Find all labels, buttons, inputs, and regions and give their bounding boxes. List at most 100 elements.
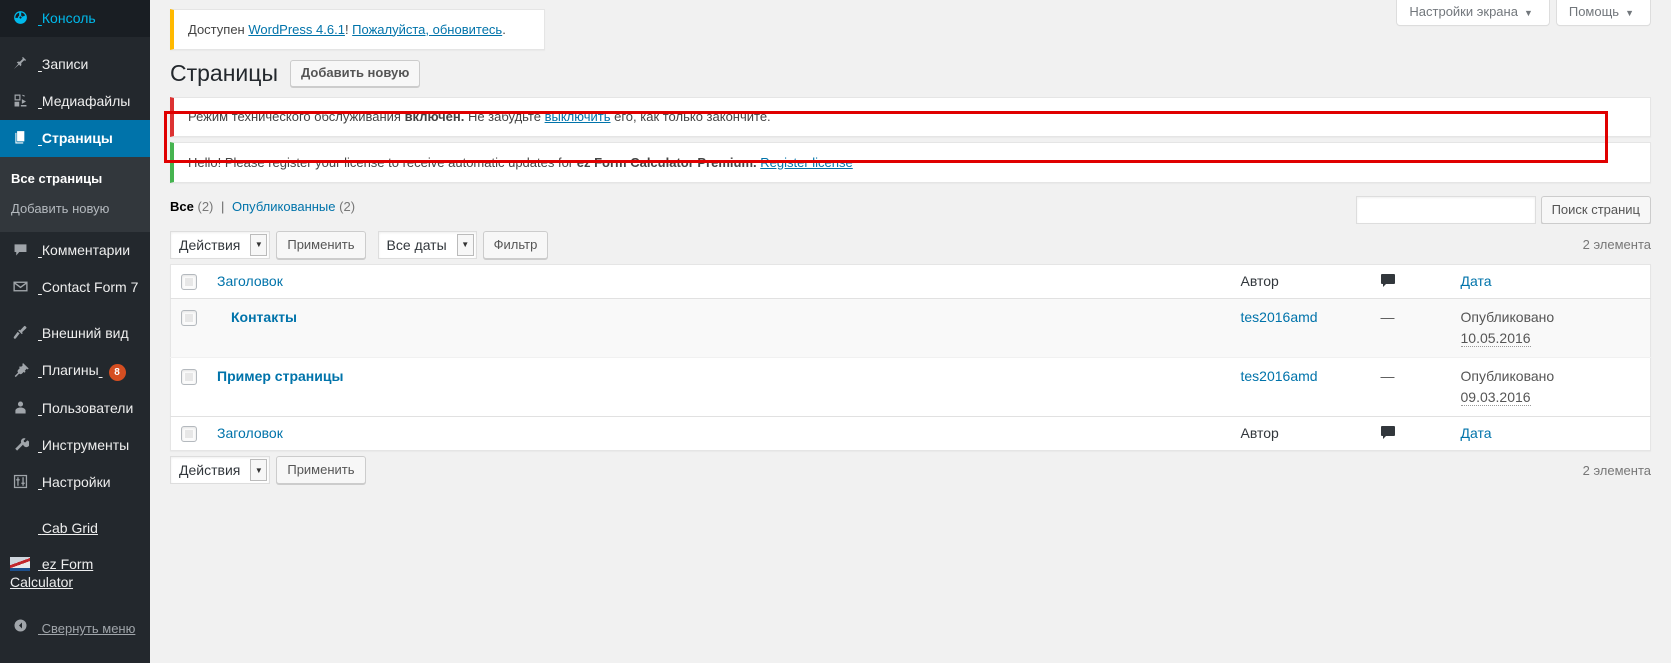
sidebar-item-users-wrap: Пользователи: [0, 390, 150, 427]
select-all-checkbox-top[interactable]: [181, 273, 197, 290]
filter-button[interactable]: Фильтр: [482, 230, 549, 259]
disable-maintenance-link[interactable]: выключить: [545, 109, 611, 124]
apply-bulk-action-bottom[interactable]: Применить: [276, 456, 366, 485]
row-comments-cell: —: [1370, 356, 1451, 417]
sidebar-item-label: Записи: [41, 56, 89, 72]
sort-by-title-link[interactable]: Заголовок: [217, 273, 283, 289]
bulk-actions-value: Действия: [179, 462, 241, 479]
maintenance-text-3: его, как только закончите.: [610, 109, 771, 124]
update-nag-wrapper: Доступен WordPress 4.6.1! Пожалуйста, об…: [170, 9, 545, 50]
sidebar-item-appearance[interactable]: Внешний вид: [0, 315, 150, 352]
date-value: 10.05.2016: [1460, 329, 1531, 347]
view-all-link[interactable]: Все: [170, 199, 194, 214]
page-title-link[interactable]: Контакты: [231, 309, 297, 325]
help-button[interactable]: Помощь ▼: [1555, 0, 1651, 26]
sidebar-item-contact-form-7[interactable]: Contact Form 7: [0, 269, 150, 306]
sidebar-item-ez-form-calculator[interactable]: ez Form Calculator: [0, 546, 150, 600]
sidebar-item-appearance-wrap: Внешний вид: [0, 315, 150, 352]
sidebar-item-tools[interactable]: Инструменты: [0, 427, 150, 464]
column-header-title: Заголовок: [207, 264, 1231, 299]
select-all-checkbox-bottom[interactable]: [181, 426, 197, 443]
row-checkbox[interactable]: [181, 310, 197, 327]
tablenav-bottom: Действия ▼ Применить 2 элемента: [170, 455, 1651, 485]
screen-meta-links: Настройки экрана ▼ Помощь ▼: [1396, 0, 1651, 26]
sort-by-date-link[interactable]: Дата: [1461, 273, 1492, 289]
sort-by-date-link-footer[interactable]: Дата: [1461, 425, 1492, 441]
sidebar-item-contact-form-7-wrap: Contact Form 7: [0, 269, 150, 306]
admin-menu: Консоль Записи Медиафайлы Страницы Все с…: [0, 0, 158, 647]
bulk-actions-select-top[interactable]: Действия ▼: [170, 230, 271, 259]
sidebar-item-posts[interactable]: Записи: [0, 46, 150, 83]
column-author-label: Автор: [1240, 273, 1279, 290]
chevron-down-icon: ▼: [1625, 8, 1634, 18]
maintenance-notice-text: Режим технического обслуживания включён.…: [186, 105, 1638, 129]
sidebar-item-settings[interactable]: Настройки: [0, 464, 150, 501]
column-author-label: Автор: [1240, 425, 1279, 442]
author-link[interactable]: tes2016amd: [1241, 309, 1318, 325]
date-status: Опубликовано: [1460, 367, 1555, 384]
collapse-menu-wrap: Свернуть меню: [0, 609, 150, 647]
sidebar-item-media-wrap: Медиафайлы: [0, 83, 150, 120]
sidebar-item-users[interactable]: Пользователи: [0, 390, 150, 427]
please-update-link[interactable]: Пожалуйста, обновитесь: [352, 22, 502, 37]
sidebar-item-media[interactable]: Медиафайлы: [0, 83, 150, 120]
sidebar-item-pages[interactable]: Страницы: [0, 120, 158, 157]
pages-table: Заголовок Автор Дата Контакты tes2016amd…: [170, 263, 1651, 452]
bulk-actions-select-bottom[interactable]: Действия ▼: [170, 456, 271, 485]
date-filter-value: Все даты: [386, 236, 447, 253]
chevron-down-icon: ▼: [250, 459, 268, 482]
view-all-count: (2): [197, 198, 214, 214]
screen-options-button[interactable]: Настройки экрана ▼: [1396, 0, 1550, 26]
sidebar-item-dashboard-wrap: Консоль: [0, 0, 150, 37]
license-registration-notice: Hello! Please register your license to r…: [170, 142, 1651, 183]
submenu-all-pages[interactable]: Все страницы: [0, 164, 150, 194]
sidebar-item-label: Инструменты: [41, 437, 130, 453]
sidebar-item-cab-grid-wrap: Cab Grid: [0, 510, 150, 546]
bulk-actions-top: Действия ▼ Применить Все даты ▼ Фильтр: [170, 230, 549, 259]
search-box: Поиск страниц: [1355, 195, 1651, 224]
add-new-page-button[interactable]: Добавить новую: [289, 59, 421, 87]
search-pages-button[interactable]: Поиск страниц: [1540, 195, 1651, 224]
sidebar-item-ez-form-calculator-wrap: ez Form Calculator: [0, 546, 150, 600]
license-product-bold: ez Form Calculator Premium.: [576, 154, 757, 170]
sidebar-item-dashboard[interactable]: Консоль: [0, 0, 150, 37]
submenu-add-new[interactable]: Добавить новую: [0, 194, 150, 224]
sidebar-item-label: Комментарии: [41, 242, 131, 258]
sort-by-title-link-footer[interactable]: Заголовок: [217, 425, 283, 441]
row-title-cell: Контакты: [207, 297, 1231, 358]
wrench-icon: [10, 436, 30, 453]
row-comments-cell: —: [1370, 297, 1451, 358]
sidebar-item-comments[interactable]: Комментарии: [0, 232, 150, 269]
sidebar-item-label: Cab Grid: [41, 520, 98, 536]
pages-table-head: Заголовок Автор Дата: [170, 264, 1651, 299]
wp-body: Настройки экрана ▼ Помощь ▼ Доступен WordP…: [150, 0, 1671, 663]
collapse-menu-button[interactable]: Свернуть меню: [0, 609, 150, 647]
license-text-1: Hello! Please register your license to r…: [188, 154, 577, 170]
page-title-link[interactable]: Пример страницы: [217, 368, 343, 384]
sidebar-item-label: Contact Form 7: [41, 279, 139, 295]
view-published-count: (2): [339, 198, 356, 214]
row-checkbox[interactable]: [181, 369, 197, 386]
view-published-link[interactable]: Опубликованные: [232, 199, 336, 214]
wp-body-content: Доступен WordPress 4.6.1! Пожалуйста, об…: [150, 9, 1671, 485]
appearance-icon: [10, 324, 30, 341]
row-title-cell: Пример страницы: [207, 356, 1231, 417]
sidebar-item-cab-grid[interactable]: Cab Grid: [0, 510, 150, 546]
table-footer-row: Заголовок Автор Дата: [170, 415, 1651, 451]
sidebar-item-plugins[interactable]: Плагины 8: [0, 352, 150, 390]
maintenance-enabled-bold: включён.: [404, 109, 465, 124]
date-filter-select[interactable]: Все даты ▼: [377, 230, 477, 259]
apply-bulk-action-top[interactable]: Применить: [276, 230, 366, 259]
search-input[interactable]: [1355, 195, 1536, 224]
item-count-top: 2 элемента: [1582, 237, 1651, 252]
update-notice-text: Доступен WordPress 4.6.1! Пожалуйста, об…: [186, 18, 532, 42]
sidebar-item-label: Консоль: [41, 10, 96, 26]
register-license-link[interactable]: Register license: [760, 155, 853, 170]
menu-separator: [0, 37, 150, 46]
sidebar-item-label: Плагины: [41, 362, 99, 378]
view-all-wrap: Все (2) |: [170, 197, 228, 217]
author-link[interactable]: tes2016amd: [1241, 368, 1318, 384]
pages-table-foot: Заголовок Автор Дата: [170, 415, 1651, 451]
column-header-date: Дата: [1450, 264, 1651, 299]
wordpress-version-link[interactable]: WordPress 4.6.1: [248, 22, 345, 37]
